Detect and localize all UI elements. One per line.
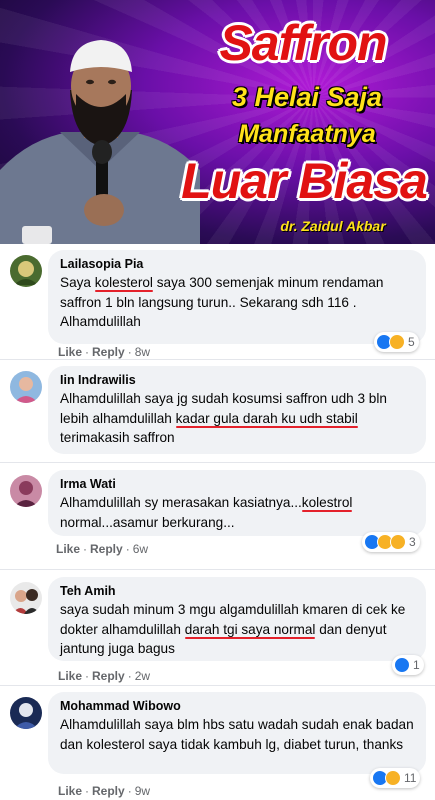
like-link[interactable]: Like: [58, 345, 82, 359]
like-link[interactable]: Like: [58, 784, 82, 798]
like-link[interactable]: Like: [58, 669, 82, 683]
divider: [0, 685, 435, 686]
avatar[interactable]: [10, 697, 42, 729]
video-thumbnail-banner: Saffron 3 Helai Saja Manfaatnya Luar Bia…: [0, 0, 435, 244]
comment-actions: Like · Reply · 6w: [56, 542, 149, 556]
comment-author[interactable]: Mohammad Wibowo: [60, 698, 414, 715]
avatar-image-icon: [10, 582, 42, 614]
divider: [0, 569, 435, 570]
laugh-reaction-icon: [390, 534, 406, 550]
divider: [0, 462, 435, 463]
comment-author[interactable]: Teh Amih: [60, 583, 414, 600]
like-link[interactable]: Like: [56, 542, 80, 556]
comment-actions: Like · Reply · 9w: [58, 784, 151, 798]
banner-title-saffron: Saffron: [219, 15, 387, 71]
comment-author[interactable]: Lailasopia Pia: [60, 256, 414, 273]
comment-actions: Like · Reply · 2w: [58, 669, 151, 683]
comments-section: Lailasopia Pia Saya kolesterol saya 300 …: [0, 244, 435, 800]
comment-time[interactable]: 2w: [135, 669, 150, 683]
like-reaction-icon: [394, 657, 410, 673]
highlighted-text: darah tgi saya normal: [184, 621, 316, 637]
banner-title-luar-biasa: Luar Biasa: [181, 153, 428, 209]
comment-text: Alhamdulillah saya jg sudah kosumsi saff…: [60, 391, 387, 445]
comment-text: Alhamdulillah sy merasakan kasiatnya...k…: [60, 495, 353, 530]
avatar-image-icon: [10, 255, 42, 287]
banner-author: dr. Zaidul Akbar: [280, 218, 386, 234]
highlighted-text: kolestrol: [301, 495, 353, 510]
reply-link[interactable]: Reply: [92, 784, 125, 798]
avatar[interactable]: [10, 371, 42, 403]
banner-title-3-helai: 3 Helai Saja: [231, 82, 383, 112]
reaction-count: 1: [413, 658, 420, 672]
comment-time[interactable]: 6w: [133, 542, 148, 556]
reply-link[interactable]: Reply: [92, 345, 125, 359]
comment-text: Saya kolesterol saya 300 semenjak minum …: [60, 275, 384, 329]
avatar[interactable]: [10, 475, 42, 507]
reactions-badge[interactable]: 5: [374, 332, 419, 352]
comment-bubble: Mohammad Wibowo Alhamdulillah saya blm h…: [48, 692, 426, 774]
reply-link[interactable]: Reply: [90, 542, 123, 556]
comment-text: Alhamdulillah saya blm hbs satu wadah su…: [60, 717, 414, 752]
comment-actions: Like · Reply · 8w: [58, 345, 151, 359]
reactions-badge[interactable]: 11: [370, 768, 421, 788]
reaction-count: 11: [404, 771, 417, 785]
reaction-count: 3: [409, 535, 416, 549]
divider: [0, 359, 435, 360]
avatar[interactable]: [10, 582, 42, 614]
highlighted-text: kolesterol: [94, 275, 153, 290]
reactions-badge[interactable]: 1: [392, 655, 424, 675]
comment-time[interactable]: 9w: [135, 784, 150, 798]
comment-text: saya sudah minum 3 mgu algamdulillah kma…: [60, 602, 406, 656]
reaction-count: 5: [408, 335, 415, 349]
avatar-image-icon: [10, 371, 42, 403]
avatar-image-icon: [10, 697, 42, 729]
comment-bubble: Teh Amih saya sudah minum 3 mgu algamdul…: [48, 577, 426, 661]
avatar-image-icon: [10, 475, 42, 507]
comment-bubble: Iin Indrawilis Alhamdulillah saya jg sud…: [48, 366, 426, 454]
comment-author[interactable]: Iin Indrawilis: [60, 372, 414, 389]
highlighted-text: kadar gula darah ku udh stabil: [175, 410, 358, 426]
banner-title-manfaatnya: Manfaatnya: [238, 120, 376, 148]
comment-bubble: Lailasopia Pia Saya kolesterol saya 300 …: [48, 250, 426, 344]
reply-link[interactable]: Reply: [92, 669, 125, 683]
reactions-badge[interactable]: 3: [362, 532, 420, 552]
sad-reaction-icon: [385, 770, 401, 786]
comment-bubble: Irma Wati Alhamdulillah sy merasakan kas…: [48, 470, 426, 536]
comment-author[interactable]: Irma Wati: [60, 476, 414, 493]
avatar[interactable]: [10, 255, 42, 287]
sad-reaction-icon: [389, 334, 405, 350]
comment-time[interactable]: 8w: [135, 345, 150, 359]
speaker-photo: [0, 40, 200, 244]
